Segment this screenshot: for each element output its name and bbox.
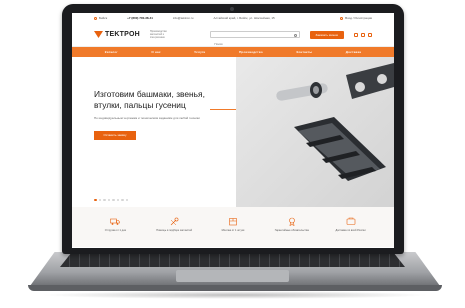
feature-item: Отгрузка от 1 дня — [90, 217, 140, 247]
favorites-icon[interactable] — [361, 32, 365, 37]
track-parts-image — [276, 63, 394, 181]
nav-item-services[interactable]: Услуги — [194, 50, 205, 54]
laptop-screen: Бийск +7 (800) 700-38-41 info@tektron.ru… — [72, 13, 394, 248]
city-link[interactable]: Бийск — [94, 16, 107, 20]
slider-dot[interactable] — [116, 198, 119, 201]
delivery-icon — [346, 217, 355, 225]
tools-icon — [170, 217, 179, 226]
laptop-keyboard — [60, 254, 405, 267]
nav-item-about[interactable]: О нас — [151, 50, 160, 54]
slider-dot[interactable] — [98, 198, 101, 201]
feature-item: Помощь в подборе запчастей — [149, 217, 199, 247]
search-input[interactable] — [211, 41, 299, 47]
main-nav: Каталог О нас Услуги Производство Контак… — [72, 47, 394, 57]
box-icon — [229, 218, 237, 226]
cart-icon[interactable] — [368, 32, 372, 37]
search-box[interactable] — [210, 31, 300, 47]
nav-item-catalog[interactable]: Каталог — [105, 50, 118, 54]
feature-item: Монтаж от 1 штуки — [208, 217, 258, 247]
nav-item-contacts[interactable]: Контакты — [296, 50, 312, 54]
pin-part-icon — [276, 82, 328, 101]
user-icon — [340, 16, 344, 20]
feature-text: Монтаж от 1 штуки — [221, 229, 245, 232]
search-icon[interactable] — [293, 33, 297, 37]
features-strip: Отгрузка от 1 дня Помощь в подборе запча… — [72, 207, 394, 247]
slider-dot[interactable] — [112, 198, 115, 201]
camera-icon — [230, 7, 234, 11]
hero-subtitle: По индивидуальным чертежам и техническим… — [94, 115, 200, 120]
hero-request-button[interactable]: Оставить заявку — [94, 130, 136, 140]
laptop-shadow — [40, 291, 430, 299]
slider-dot[interactable] — [94, 198, 97, 201]
site-header: TEKTPOH Производство запчастей к спецтех… — [72, 23, 394, 47]
slider-dot[interactable] — [103, 198, 106, 201]
feature-text: Помощь в подборе запчастей — [156, 229, 193, 232]
slider-dot[interactable] — [107, 198, 110, 201]
link-plate-icon — [346, 63, 394, 99]
nav-item-production[interactable]: Производство — [239, 50, 263, 54]
feature-text: Доставка по всей России — [335, 229, 366, 232]
feature-item: Гарантийные обязательства — [267, 217, 317, 247]
email-link[interactable]: info@tektron.ru — [173, 16, 194, 20]
slider-dot[interactable] — [121, 198, 124, 201]
logo-mark-icon — [94, 31, 103, 38]
compare-icon[interactable] — [354, 32, 358, 37]
logo-text: TEKTPOH — [105, 31, 140, 38]
location-icon — [94, 16, 97, 20]
phone-link[interactable]: +7 (800) 700-38-41 — [127, 16, 153, 20]
address-text: Алтайский край, г. Бийск, ул. Шоссейная,… — [213, 16, 275, 20]
laptop-base-edge — [28, 285, 442, 291]
login-link[interactable]: Вход / Регистрация — [340, 16, 372, 20]
laptop-lid: Бийск +7 (800) 700-38-41 info@tektron.ru… — [62, 4, 404, 254]
logo[interactable]: TEKTPOH — [94, 31, 140, 38]
hero-banner: Изготовим башмаки, звенья, втулки, пальц… — [72, 57, 394, 207]
nav-item-delivery[interactable]: Доставка — [346, 50, 361, 54]
track-shoe-icon — [294, 117, 386, 181]
hero-text-block: Изготовим башмаки, звенья, втулки, пальц… — [72, 57, 270, 207]
truck-icon — [110, 218, 121, 225]
header-icons — [354, 32, 372, 37]
tagline: Производство запчастей к спецтехнике — [149, 29, 167, 40]
callback-button[interactable]: Заказать звонок — [309, 30, 344, 39]
hero-title: Изготовим башмаки, звенья, втулки, пальц… — [94, 89, 236, 111]
certificate-icon — [288, 217, 295, 226]
hero-image — [236, 57, 394, 207]
feature-text: Гарантийные обязательства — [274, 229, 309, 232]
hero-title-line1: Изготовим башмаки, звенья, — [94, 89, 205, 99]
slider-dots — [94, 198, 128, 201]
laptop-trackpad — [176, 270, 289, 282]
feature-text: Отгрузка от 1 дня — [104, 229, 126, 232]
top-info-bar: Бийск +7 (800) 700-38-41 info@tektron.ru… — [72, 13, 394, 23]
feature-item: Доставка по всей России — [326, 217, 376, 247]
slider-dot[interactable] — [125, 198, 128, 201]
